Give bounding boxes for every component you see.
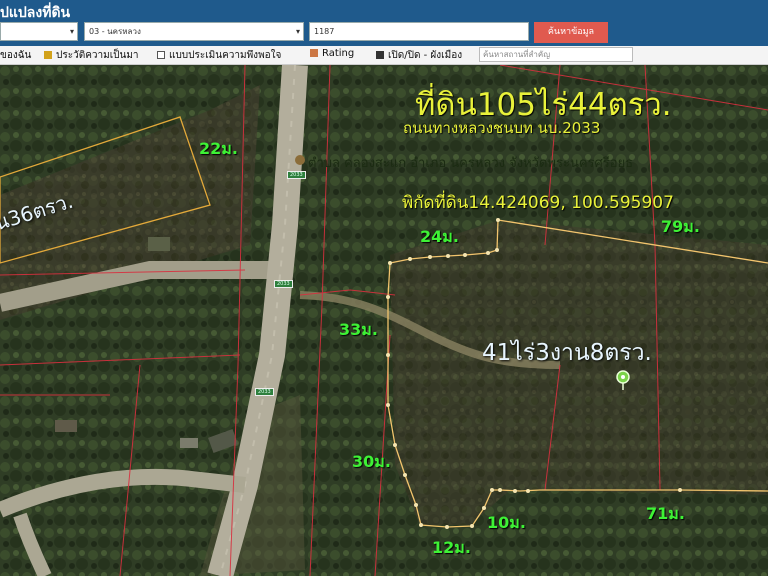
toolbar-item-survey[interactable]: แบบประเมินความพึงพอใจ	[157, 48, 281, 63]
dimension-label: 33ม.	[339, 320, 378, 339]
toolbar-item-label: ประวัติความเป็นมา	[56, 50, 139, 61]
parcel-number-input[interactable]: 1187	[309, 22, 529, 41]
coordinates-label: พิกัดที่ดิน14.424069, 100.595907	[402, 193, 674, 213]
history-icon	[44, 51, 52, 59]
parcel-area-label: 41ไร่3งาน8ตรว.	[482, 340, 652, 366]
parcel-number-value: 1187	[314, 27, 335, 36]
toolbar-item-label: แบบประเมินความพึงพอใจ	[169, 50, 282, 61]
dimension-label: 22ม.	[199, 139, 238, 158]
dimension-label: 71ม.	[646, 504, 685, 523]
dimension-label: 30ม.	[352, 452, 391, 471]
toolbar-item-history[interactable]: ประวัติความเป็นมา	[44, 48, 139, 63]
landmark-search-input[interactable]: ค้นหาสถานที่สำคัญ	[479, 47, 633, 62]
toolbar-item-mine[interactable]: ของฉัน	[0, 48, 31, 63]
amphoe-select[interactable]: 03 - นครหลวง ▾	[84, 22, 304, 41]
road-name-label: ถนนทางหลวงชนบท นบ.2033	[403, 119, 601, 137]
toggle-checkbox-icon	[376, 51, 384, 59]
road-code-marker: 2033	[287, 171, 306, 179]
satellite-map	[0, 65, 768, 576]
toolbar-item-label: Rating	[322, 48, 355, 59]
layer-toolbar: ของฉัน ประวัติความเป็นมา แบบประเมินความพ…	[0, 46, 768, 65]
search-button[interactable]: ค้นหาข้อมูล	[534, 22, 608, 43]
province-select[interactable]: ▾	[0, 22, 78, 41]
location-label: ตำบล คลองสะแก อำเภอ นครหลวง จังหวัดพระนค…	[308, 156, 634, 171]
road-code-marker: 2033	[274, 280, 293, 288]
dimension-label: 24ม.	[420, 227, 459, 246]
toolbar-item-label: เปิด/ปิด - ผังเมือง	[388, 50, 463, 61]
map-view[interactable]: 2033 2033 2033 ที่ดิน105ไร่44ตรว. ถนนทาง…	[0, 65, 768, 576]
dimension-label: 10ม.	[487, 513, 526, 532]
toolbar-item-cityplan-toggle[interactable]: เปิด/ปิด - ผังเมือง	[376, 48, 462, 63]
document-icon	[157, 51, 165, 59]
chart-icon	[310, 49, 318, 57]
dimension-label: 12ม.	[432, 538, 471, 557]
toolbar-item-rating[interactable]: Rating	[310, 48, 354, 59]
toolbar-item-label: ของฉัน	[0, 50, 32, 61]
search-panel: ปแปลงที่ดิน ▾ 03 - นครหลวง ▾ 1187 ค้นหาข…	[0, 0, 768, 46]
amphoe-value: 03 - นครหลวง	[89, 27, 141, 36]
panel-title: ปแปลงที่ดิน	[0, 5, 71, 21]
dimension-label: 79ม.	[661, 217, 700, 236]
chevron-down-icon: ▾	[295, 27, 300, 36]
chevron-down-icon: ▾	[69, 27, 74, 36]
road-code-marker: 2033	[255, 388, 274, 396]
